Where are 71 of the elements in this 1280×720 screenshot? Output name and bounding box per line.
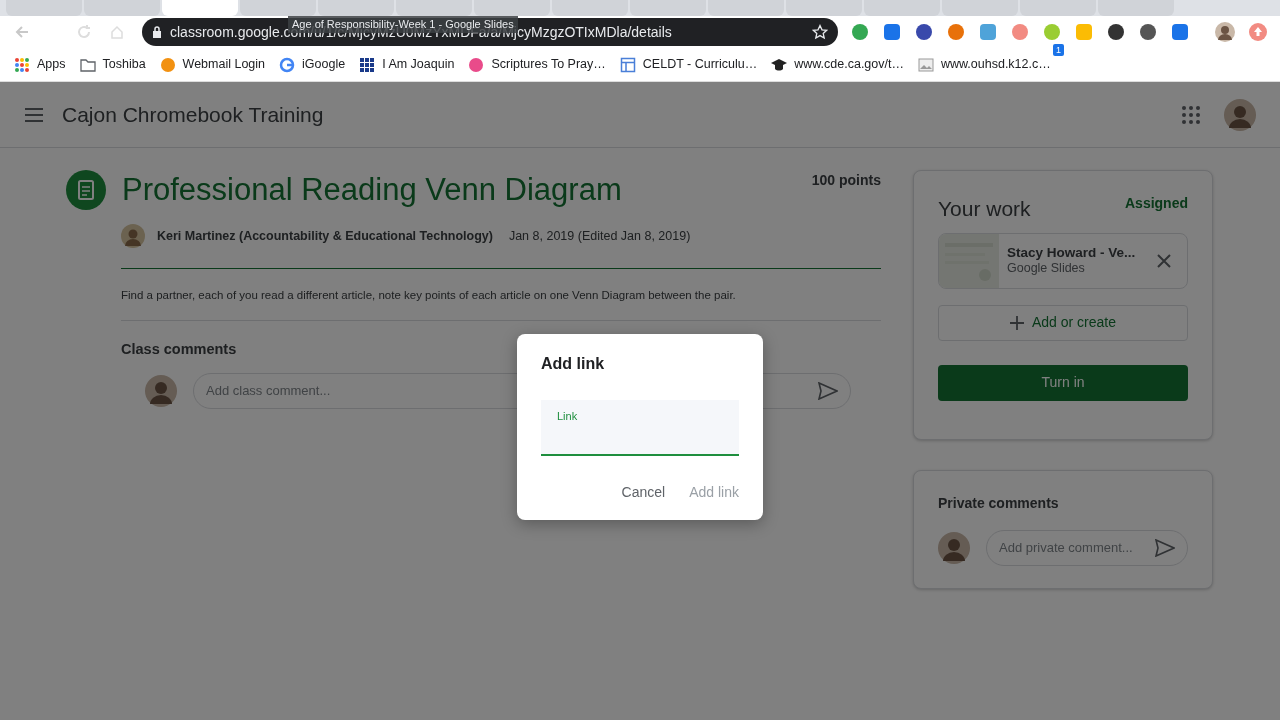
browser-tab[interactable] <box>6 0 82 16</box>
author-avatar <box>121 224 145 248</box>
browser-tab[interactable] <box>708 0 784 16</box>
dialog-button[interactable]: Cancel <box>621 482 666 503</box>
browser-tab[interactable] <box>240 0 316 16</box>
extension-icon[interactable] <box>1106 22 1126 42</box>
reload-icon[interactable] <box>76 24 92 40</box>
update-icon[interactable] <box>1249 23 1267 41</box>
link-field[interactable]: Link <box>541 400 739 456</box>
bookmark[interactable]: CELDT - Curriculu… <box>619 55 758 74</box>
bookmark[interactable]: I Am Joaquin <box>359 55 455 74</box>
graduation-cap-icon <box>771 56 788 73</box>
bookmark[interactable]: Webmail Login <box>159 55 266 74</box>
points-label: 100 points <box>811 171 881 190</box>
lock-icon <box>152 26 162 38</box>
browser-tab[interactable] <box>1098 0 1174 16</box>
close-icon[interactable] <box>1157 253 1171 268</box>
send-icon[interactable] <box>818 382 838 400</box>
attachment-title[interactable]: Stacy Howard - Ve... <box>1007 244 1157 262</box>
private-comments-heading: Private comments <box>938 493 1060 513</box>
apps-icon <box>14 56 30 73</box>
extension-icon[interactable] <box>914 22 934 42</box>
commenter-avatar <box>145 375 177 407</box>
profile-avatar[interactable] <box>1215 22 1235 42</box>
menu-icon[interactable] <box>24 107 44 122</box>
browser-tab[interactable] <box>396 0 472 16</box>
author-name: Keri Martinez (Accountability & Educational Technology) <box>157 227 493 245</box>
bookmark-icon <box>468 56 485 73</box>
browser-tab[interactable] <box>84 0 160 16</box>
status-label: Assigned <box>1125 194 1188 213</box>
send-icon[interactable] <box>1155 538 1175 557</box>
apps-grid-icon[interactable] <box>1182 105 1200 124</box>
user-avatar[interactable] <box>1224 98 1256 131</box>
browser-tab[interactable] <box>630 0 706 16</box>
star-icon[interactable] <box>812 24 828 40</box>
bookmark[interactable]: www.cde.ca.gov/t… <box>771 55 904 74</box>
post-date: Jan 8, 2019 (Edited Jan 8, 2019) <box>508 227 691 245</box>
class-comments-heading: Class comments <box>121 341 237 358</box>
attachment-type: Google Slides <box>1007 261 1086 277</box>
back-icon[interactable] <box>14 24 30 40</box>
attachment-card[interactable]: Stacy Howard - Ve... Google Slides <box>938 232 1188 289</box>
assignment-icon <box>66 170 106 210</box>
browser-tab[interactable] <box>318 0 394 16</box>
browser-tab[interactable] <box>942 0 1018 16</box>
user-avatar <box>938 531 970 564</box>
assignment-title: Professional Reading Venn Diagram <box>122 172 622 208</box>
browser-tab[interactable] <box>552 0 628 16</box>
browser-tab[interactable] <box>1020 0 1096 16</box>
grid-icon <box>359 56 376 73</box>
bookmark[interactable]: Scriptures To Pray… <box>468 55 606 74</box>
folder-icon <box>79 56 96 73</box>
assignment-description: Find a partner, each of you read a different article, note key points of each article on one Venn Diagram between the pair. <box>121 289 736 301</box>
bookmark[interactable]: Apps <box>14 55 66 74</box>
bookmark[interactable]: Toshiba <box>79 55 146 74</box>
bookmark-icon <box>159 56 176 73</box>
your-work-heading: Your work <box>938 196 1031 222</box>
image-icon <box>917 56 934 73</box>
google-icon <box>279 56 296 73</box>
extension-badge: 1 <box>1053 44 1064 56</box>
course-title[interactable]: Cajon Chromebook Training <box>62 98 324 131</box>
browser-tab[interactable] <box>864 0 940 16</box>
bookmark[interactable]: iGoogle <box>279 55 346 74</box>
layout-icon <box>619 56 636 73</box>
plus-icon <box>1009 315 1024 330</box>
browser-tab[interactable] <box>474 0 550 16</box>
bookmark[interactable]: www.ouhsd.k12.c… <box>917 55 1051 74</box>
home-icon[interactable] <box>110 25 124 39</box>
browser-tab[interactable] <box>162 0 238 16</box>
extension-icon[interactable] <box>1138 22 1158 42</box>
browser-tab[interactable] <box>786 0 862 16</box>
dialog-title: Add link <box>541 354 606 374</box>
